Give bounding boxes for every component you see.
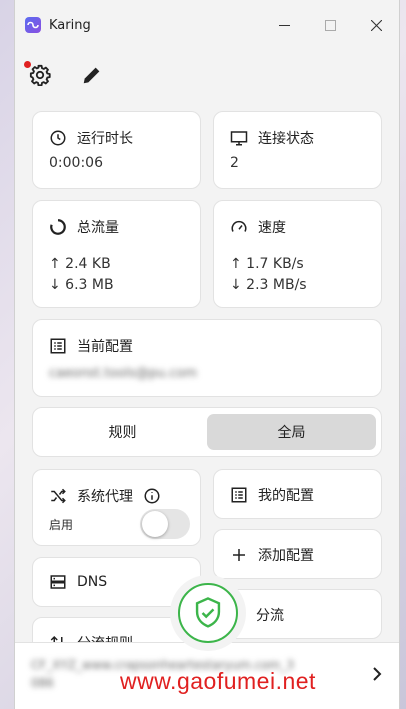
title-bar: Karing (15, 0, 399, 50)
speed-download-value: ↓ 2.3 MB/s (230, 277, 307, 293)
traffic-download-value: ↓ 6.3 MB (49, 277, 114, 293)
system-proxy-card: 系统代理 启用 (32, 469, 201, 546)
current-profile-label: 当前配置 (77, 339, 133, 355)
dns-card[interactable]: DNS (32, 557, 201, 607)
karing-logo-icon (25, 17, 41, 33)
split-label: 分流 (256, 608, 284, 624)
app-title: Karing (49, 17, 91, 33)
speed-upload-value: ↑ 1.7 KB/s (230, 256, 304, 272)
global-mode-tab[interactable]: 全局 (207, 414, 376, 450)
monitor-icon (230, 131, 248, 146)
speedometer-icon (231, 220, 247, 232)
toggle-knob (142, 511, 168, 537)
connection-status-label: 连接状态 (258, 131, 314, 147)
gear-icon (29, 64, 51, 86)
maximize-button[interactable] (307, 0, 353, 50)
list-icon (231, 487, 247, 503)
shuffle-icon (51, 488, 66, 504)
chevron-right-icon[interactable] (372, 667, 382, 681)
system-proxy-sublabel: 启用 (49, 518, 74, 532)
speed-label: 速度 (258, 220, 286, 236)
watermark-text: www.gaofumei.net (120, 668, 316, 694)
connect-button[interactable] (178, 583, 238, 643)
info-icon[interactable] (143, 487, 161, 505)
runtime-card: 运行时长 0:00:06 (32, 111, 201, 189)
add-profile-label: 添加配置 (258, 548, 314, 564)
server-icon (50, 575, 66, 589)
pencil-icon (83, 67, 100, 84)
settings-button[interactable] (24, 61, 53, 88)
total-traffic-label: 总流量 (77, 220, 119, 236)
close-button[interactable] (353, 0, 399, 50)
traffic-upload-value: ↑ 2.4 KB (49, 256, 111, 272)
app-window: Karing 运行时长 0:00:06 连接状态 2 总流量 ↑ 2.4 KB … (14, 0, 400, 709)
minimize-button[interactable] (261, 0, 307, 50)
donut-chart-icon (50, 219, 66, 235)
total-traffic-card: 总流量 ↑ 2.4 KB ↓ 6.3 MB (32, 200, 201, 308)
speed-card: 速度 ↑ 1.7 KB/s ↓ 2.3 MB/s (213, 200, 382, 308)
plus-icon (233, 549, 245, 561)
edit-button[interactable] (79, 62, 105, 88)
notification-dot (24, 61, 31, 68)
current-profile-value: caeonst.tools@pu.com (49, 366, 198, 381)
proxy-mode-selector: 规则 全局 (32, 407, 382, 457)
my-profiles-label: 我的配置 (258, 488, 314, 504)
connection-status-card[interactable]: 连接状态 2 (213, 111, 382, 189)
current-node-suffix: 086 (31, 676, 54, 690)
connection-status-value: 2 (230, 155, 239, 171)
rule-mode-tab[interactable]: 规则 (38, 414, 207, 450)
split-card[interactable]: 分流 (213, 589, 382, 639)
current-profile-card[interactable]: 当前配置 caeonst.tools@pu.com (32, 319, 382, 397)
runtime-label: 运行时长 (77, 131, 133, 147)
system-proxy-toggle[interactable] (140, 509, 190, 539)
clock-icon (50, 130, 66, 146)
add-profile-card[interactable]: 添加配置 (213, 529, 382, 579)
top-toolbar (15, 50, 399, 100)
list-icon (50, 338, 66, 354)
shield-check-icon (195, 597, 221, 628)
dns-label: DNS (77, 574, 108, 590)
system-proxy-label: 系统代理 (77, 489, 133, 505)
my-profiles-card[interactable]: 我的配置 (213, 469, 382, 519)
runtime-value: 0:00:06 (49, 155, 103, 171)
